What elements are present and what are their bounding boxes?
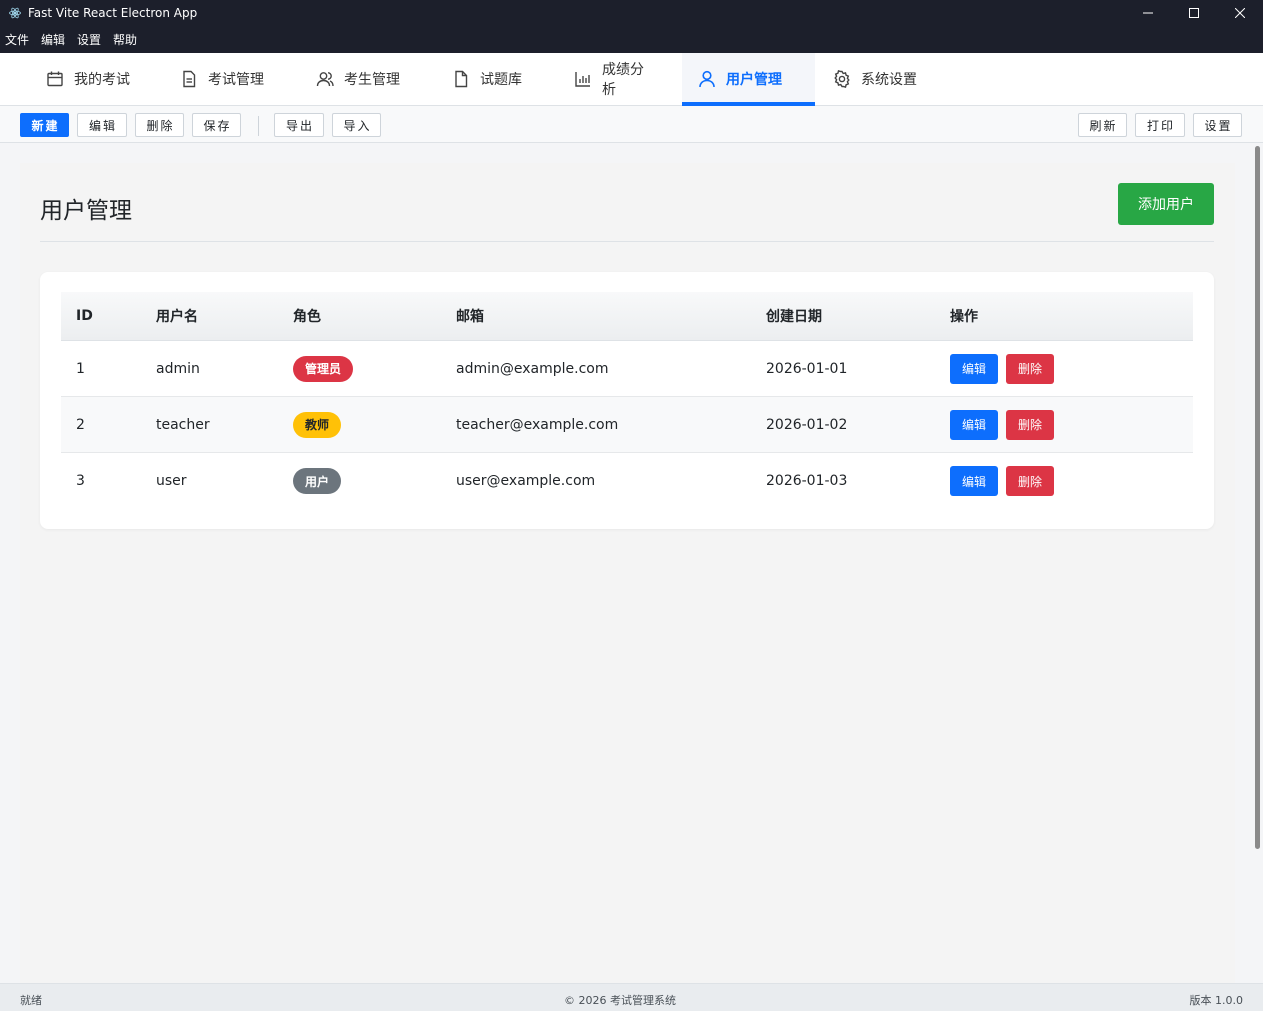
tab-user-management[interactable]: 用户管理 xyxy=(682,53,815,106)
table-row: 2 teacher 教师 teacher@example.com 2026-01… xyxy=(61,397,1193,453)
tab-label: 系统设置 xyxy=(861,72,917,88)
tab-label: 考生管理 xyxy=(344,72,400,88)
header-username: 用户名 xyxy=(156,309,198,325)
table-header: ID 用户名 角色 邮箱 创建日期 操作 xyxy=(61,292,1193,341)
bar-chart-icon xyxy=(574,70,592,88)
users-table: ID 用户名 角色 邮箱 创建日期 操作 1 admin 管理员 admin@e… xyxy=(61,292,1193,509)
toolbar: 新建 编辑 删除 保存 导出 导入 刷新 打印 设置 xyxy=(0,106,1263,143)
close-button[interactable] xyxy=(1217,0,1263,25)
header-created-date: 创建日期 xyxy=(766,309,822,325)
row-delete-button[interactable]: 删除 xyxy=(1006,466,1054,496)
menu-help[interactable]: 帮助 xyxy=(113,31,137,48)
role-badge-label: 管理员 xyxy=(293,355,354,382)
tab-bar: 我的考试 考试管理 考生管理 试题库 成绩分析 用户管理 系统设置 xyxy=(0,53,1263,106)
cell-email: admin@example.com xyxy=(456,360,609,377)
electron-icon xyxy=(8,6,22,20)
copyright-text: © 2026 考试管理系统 xyxy=(564,994,676,1007)
cell-id: 1 xyxy=(76,360,85,377)
tab-question-bank[interactable]: 试题库 xyxy=(436,53,556,105)
cell-email: user@example.com xyxy=(456,473,596,489)
refresh-button[interactable]: 刷新 xyxy=(1078,113,1127,137)
cell-email: teacher@example.com xyxy=(456,416,619,433)
main-content: 用户管理 添加用户 ID 用户名 角色 邮箱 创建日期 操作 1 admin 管… xyxy=(20,163,1235,983)
export-button[interactable]: 导出 xyxy=(274,113,324,137)
role-badge-label: 用户 xyxy=(293,468,342,494)
tab-label: 我的考试 xyxy=(74,72,130,88)
tab-label: 用户管理 xyxy=(726,72,782,88)
minimize-button[interactable] xyxy=(1125,0,1171,25)
cell-username: teacher xyxy=(156,416,210,433)
table-row: 1 admin 管理员 admin@example.com 2026-01-01… xyxy=(61,341,1193,397)
tab-label: 成绩分析 xyxy=(602,62,644,98)
cell-username: admin xyxy=(156,360,200,377)
title-bar: Fast Vite React Electron App xyxy=(0,0,1263,25)
gear-icon xyxy=(833,70,851,88)
cell-created-date: 2026-01-03 xyxy=(766,473,848,489)
tab-exam-management[interactable]: 考试管理 xyxy=(164,53,298,105)
row-edit-button[interactable]: 编辑 xyxy=(950,409,998,440)
header-id: ID xyxy=(76,308,93,324)
role-badge: 管理员 xyxy=(293,355,354,382)
tab-system-settings[interactable]: 系统设置 xyxy=(817,53,945,105)
header-actions: 操作 xyxy=(950,309,978,325)
menu-bar: 文件 编辑 设置 帮助 xyxy=(0,25,1263,53)
vertical-scrollbar[interactable] xyxy=(1250,143,1263,983)
users-table-card: ID 用户名 角色 邮箱 创建日期 操作 1 admin 管理员 admin@e… xyxy=(40,272,1214,529)
document-list-icon xyxy=(180,70,198,88)
tab-score-analysis[interactable]: 成绩分析 xyxy=(558,53,672,105)
page-title: 用户管理 xyxy=(40,198,132,224)
delete-button[interactable]: 删除 xyxy=(135,113,184,137)
print-button[interactable]: 打印 xyxy=(1135,113,1185,137)
add-user-button[interactable]: 添加用户 xyxy=(1118,183,1214,225)
menu-settings[interactable]: 设置 xyxy=(77,31,101,48)
role-badge: 用户 xyxy=(293,468,342,494)
save-button[interactable]: 保存 xyxy=(192,113,241,137)
role-badge: 教师 xyxy=(293,411,342,438)
cell-created-date: 2026-01-01 xyxy=(766,360,848,377)
toolbar-divider xyxy=(258,116,259,136)
tab-candidate-management[interactable]: 考生管理 xyxy=(300,53,434,105)
edit-button[interactable]: 编辑 xyxy=(77,113,127,137)
user-icon xyxy=(698,70,716,88)
tab-label: 考试管理 xyxy=(208,72,264,88)
tab-label: 试题库 xyxy=(480,72,522,88)
tab-my-exams[interactable]: 我的考试 xyxy=(30,53,162,105)
new-button[interactable]: 新建 xyxy=(20,113,69,137)
cell-username: user xyxy=(156,473,187,489)
file-icon xyxy=(452,70,470,88)
settings-button[interactable]: 设置 xyxy=(1193,113,1242,137)
maximize-icon xyxy=(1189,7,1199,18)
header-email: 邮箱 xyxy=(456,309,484,325)
row-delete-button[interactable]: 删除 xyxy=(1006,353,1054,384)
version-text: 版本 1.0.0 xyxy=(1189,994,1244,1007)
users-icon xyxy=(316,70,334,88)
menu-edit[interactable]: 编辑 xyxy=(41,31,65,48)
status-bar: 就绪 © 2026 考试管理系统 版本 1.0.0 xyxy=(0,983,1263,1011)
window-title: Fast Vite React Electron App xyxy=(28,5,198,20)
calendar-icon xyxy=(46,70,64,88)
menu-file[interactable]: 文件 xyxy=(5,31,29,48)
maximize-button[interactable] xyxy=(1171,0,1217,25)
row-edit-button[interactable]: 编辑 xyxy=(950,466,998,496)
minimize-icon xyxy=(1143,12,1153,13)
cell-id: 3 xyxy=(76,473,85,489)
header-role: 角色 xyxy=(293,309,321,325)
role-badge-label: 教师 xyxy=(293,411,342,438)
close-icon xyxy=(1235,7,1245,18)
table-row: 3 user 用户 user@example.com 2026-01-03 编辑… xyxy=(61,453,1193,509)
page-header: 用户管理 添加用户 xyxy=(40,183,1214,242)
cell-created-date: 2026-01-02 xyxy=(766,416,848,433)
scrollbar-thumb[interactable] xyxy=(1255,146,1260,849)
import-button[interactable]: 导入 xyxy=(332,113,381,137)
row-edit-button[interactable]: 编辑 xyxy=(950,353,998,384)
cell-id: 2 xyxy=(76,416,85,433)
row-delete-button[interactable]: 删除 xyxy=(1006,409,1054,440)
